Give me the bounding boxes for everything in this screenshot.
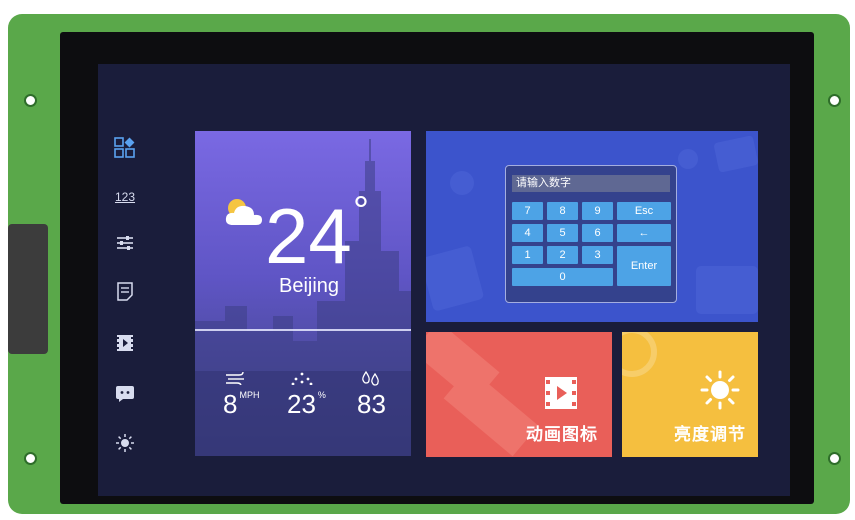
temperature-value: 24 <box>265 192 352 280</box>
key-1[interactable]: 1 <box>512 246 543 264</box>
city-name: Beijing <box>279 275 340 297</box>
key-0[interactable]: 0 <box>512 268 613 286</box>
humidity-icon <box>291 371 313 389</box>
mount-hole <box>828 452 841 465</box>
key-6[interactable]: 6 <box>582 224 613 242</box>
sliders-icon[interactable] <box>114 232 136 254</box>
lcd-screen: 123 24 ° Beijing 8 MPH 23 % 83 请输入数字 7 8… <box>98 64 790 496</box>
mount-hole <box>24 94 37 107</box>
wind-icon <box>225 371 247 389</box>
key-4[interactable]: 4 <box>512 224 543 242</box>
brightness-label: 亮度调节 <box>674 425 746 444</box>
key-esc[interactable]: Esc <box>617 202 671 220</box>
sun-icon <box>700 370 740 415</box>
brightness-tile[interactable]: 亮度调节 <box>622 332 758 457</box>
partly-cloudy-icon <box>221 195 267 229</box>
rain-value: 83 <box>357 389 386 419</box>
humidity-unit: % <box>317 390 326 400</box>
document-icon[interactable] <box>114 280 136 302</box>
dashboard-icon[interactable] <box>114 137 136 159</box>
humidity-stat: 23% <box>287 389 326 419</box>
key-backspace[interactable]: ← <box>617 224 671 242</box>
humidity-value: 23 <box>287 389 316 419</box>
animation-icon-tile[interactable]: 动画图标 <box>426 332 612 457</box>
wind-value: 8 <box>223 389 238 419</box>
video-icon <box>544 376 578 415</box>
brightness-icon[interactable] <box>114 432 136 454</box>
raindrop-icon <box>361 370 381 391</box>
connector <box>8 224 48 354</box>
video-icon[interactable] <box>114 332 136 354</box>
numeric-icon[interactable]: 123 <box>114 186 136 208</box>
numeric-keypad: 请输入数字 7 8 9 Esc 4 5 6 ← 1 2 3 Enter 0 <box>505 165 677 303</box>
keypad-card: 请输入数字 7 8 9 Esc 4 5 6 ← 1 2 3 Enter 0 <box>426 131 758 322</box>
mount-hole <box>828 94 841 107</box>
animation-label: 动画图标 <box>526 425 598 444</box>
number-input[interactable]: 请输入数字 <box>512 175 670 192</box>
chat-icon[interactable] <box>114 383 136 405</box>
degree-symbol: ° <box>353 189 369 233</box>
key-7[interactable]: 7 <box>512 202 543 220</box>
key-8[interactable]: 8 <box>547 202 578 220</box>
mount-hole <box>24 452 37 465</box>
key-9[interactable]: 9 <box>582 202 613 220</box>
wind-unit: MPH <box>239 390 260 400</box>
weather-divider <box>195 329 411 331</box>
wind-stat: 8 MPH <box>223 389 260 419</box>
weather-card[interactable]: 24 ° Beijing 8 MPH 23% 83 <box>195 131 411 456</box>
key-enter[interactable]: Enter <box>617 246 671 286</box>
key-3[interactable]: 3 <box>582 246 613 264</box>
key-2[interactable]: 2 <box>547 246 578 264</box>
key-5[interactable]: 5 <box>547 224 578 242</box>
